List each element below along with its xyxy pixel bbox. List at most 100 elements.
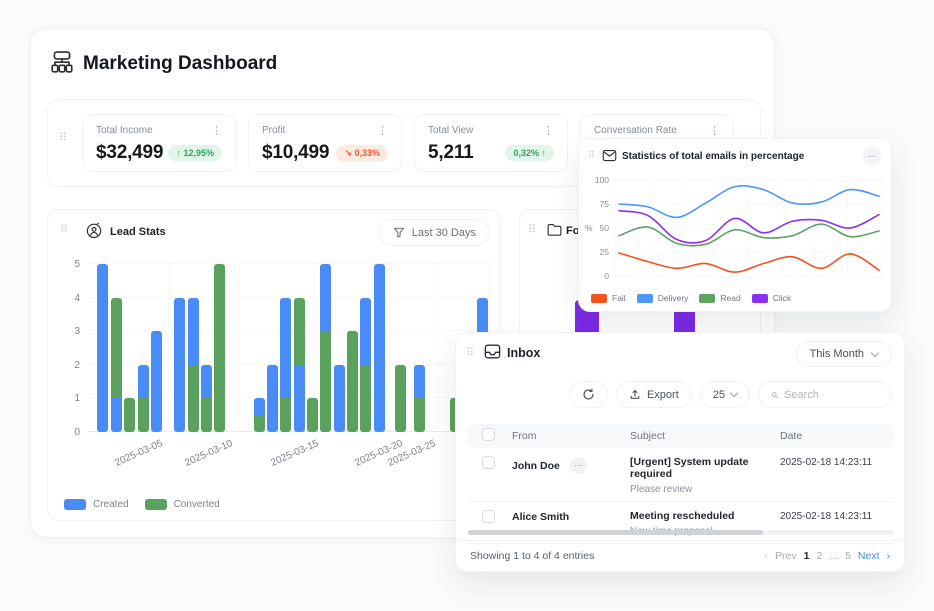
lead-y-tick-label: 4	[62, 293, 80, 304]
kebab-menu-button[interactable]: ⋮	[709, 124, 720, 137]
lead-x-axis-label: 2025-03-15	[243, 438, 321, 481]
inbox-toolbar: Export 25	[569, 381, 892, 408]
lead-x-axis: 2025-03-052025-03-102025-03-152025-03-20…	[48, 436, 500, 476]
inbox-footer: Showing 1 to 4 of 4 entries ‹Prev12...5N…	[456, 540, 904, 571]
legend-label: Fail	[612, 293, 626, 303]
drag-handle-icon[interactable]: ⠿	[466, 348, 475, 359]
row-checkbox[interactable]	[482, 510, 495, 523]
legend-item: Read	[699, 293, 740, 303]
legend-item: Converted	[145, 499, 220, 510]
lead-bar	[307, 398, 318, 432]
kebab-menu-button[interactable]: ⋮	[377, 124, 388, 137]
stat-card: Total View ⋮ 5,211 0,32% ↑	[414, 114, 568, 172]
lead-bar	[294, 298, 305, 432]
lead-gridline	[390, 262, 391, 432]
lead-bar	[174, 298, 185, 432]
drag-handle-icon[interactable]: ⠿	[59, 133, 68, 144]
stat-label: Total View	[428, 125, 473, 136]
legend-swatch	[591, 294, 607, 303]
lead-bar	[188, 298, 199, 432]
lead-x-axis-label: 2025-03-10	[157, 438, 235, 481]
legend-label: Converted	[174, 499, 220, 510]
lead-gridline	[438, 262, 439, 432]
export-icon	[629, 388, 641, 401]
lead-bar	[97, 264, 108, 432]
legend-swatch	[699, 294, 715, 303]
legend-label: Delivery	[658, 293, 689, 303]
legend-item: Fail	[591, 293, 626, 303]
lead-bar	[280, 298, 291, 432]
select-all-checkbox[interactable]	[482, 428, 495, 441]
search-field[interactable]	[758, 381, 892, 408]
period-filter-dropdown[interactable]: This Month	[796, 341, 892, 367]
scrollbar-thumb[interactable]	[468, 530, 763, 535]
kebab-menu-button[interactable]: ⋮	[543, 124, 554, 137]
pagination-item[interactable]: ...	[829, 550, 838, 562]
pagination-item[interactable]: 1	[804, 550, 810, 562]
lead-gridline	[88, 263, 490, 264]
lead-bar	[151, 331, 162, 432]
email-y-tick-label: 100	[583, 175, 609, 185]
kebab-menu-button[interactable]: ⋮	[211, 124, 222, 137]
page-title: Marketing Dashboard	[83, 53, 277, 75]
sender-name: Alice Smith	[512, 511, 569, 523]
lead-y-tick-label: 2	[62, 360, 80, 371]
stat-label: Total Income	[96, 125, 153, 136]
page-size-dropdown[interactable]: 25	[700, 381, 750, 408]
pagination-item[interactable]: 5	[845, 550, 851, 562]
period-filter-value: This Month	[810, 348, 864, 360]
row-checkbox[interactable]	[482, 456, 495, 469]
email-subject: Meeting rescheduled	[630, 510, 780, 522]
lead-stats-panel: ⠿ Lead Stats Last 30 Days 012345 2025-03…	[47, 209, 501, 521]
lead-bar	[124, 398, 135, 432]
lead-bar	[320, 264, 331, 432]
lead-bar	[214, 264, 225, 432]
table-row: John Doe⋯[Urgent] System update required…	[468, 448, 894, 502]
trend-badge: 0,32% ↑	[505, 145, 554, 161]
email-y-tick-label: 0	[583, 271, 609, 281]
pagination-item[interactable]: Next	[858, 550, 880, 562]
lead-bar	[347, 331, 358, 432]
stat-label: Conversation Rate	[594, 125, 677, 136]
lead-bar	[374, 264, 385, 432]
lead-y-tick-label: 5	[62, 259, 80, 270]
lead-bar	[201, 365, 212, 432]
stat-value: $32,499	[96, 142, 163, 164]
legend-label: Read	[720, 293, 740, 303]
email-stats-panel: ⠿ Statistics of total emails in percenta…	[578, 138, 892, 312]
trend-badge: ↘ 0,33%	[336, 145, 388, 162]
inbox-title: Inbox	[507, 346, 540, 360]
pagination-item[interactable]: 2	[816, 550, 822, 562]
chevron-down-icon	[730, 389, 738, 397]
lead-x-axis-label: 2025-03-05	[87, 438, 165, 481]
refresh-icon	[582, 388, 595, 401]
lead-y-tick-label: 1	[62, 393, 80, 404]
horizontal-scrollbar[interactable]	[468, 530, 894, 535]
line-read	[619, 224, 879, 246]
sender-name: John Doe	[512, 460, 560, 472]
legend-swatch	[637, 294, 653, 303]
column-header-date: Date	[780, 430, 894, 442]
email-y-tick-label: 25	[583, 247, 609, 257]
refresh-button[interactable]	[569, 381, 608, 408]
email-y-tick-label: 75	[583, 199, 609, 209]
export-button[interactable]: Export	[616, 381, 692, 408]
lead-bar	[360, 298, 371, 432]
email-stats-chart: 0255075100%	[579, 139, 891, 311]
legend-swatch	[145, 499, 167, 510]
pagination-item[interactable]: ‹	[765, 550, 769, 562]
search-input[interactable]	[784, 389, 879, 401]
lead-gridline	[239, 262, 240, 432]
row-menu-button[interactable]: ⋯	[570, 457, 587, 474]
stat-value: 5,211	[428, 142, 474, 164]
email-legend: FailDeliveryReadClick	[591, 293, 791, 303]
stat-value: $10,499	[262, 142, 329, 164]
line-fail	[619, 253, 879, 272]
pagination-item[interactable]: Prev	[775, 550, 797, 562]
lead-bar	[334, 365, 345, 432]
email-preview: Please review	[630, 484, 780, 495]
pagination-item[interactable]: ›	[887, 550, 891, 562]
page: { "page": {"title": "Marketing Dashboard…	[0, 0, 934, 611]
inbox-panel: ⠿ Inbox This Month Export 25	[455, 332, 905, 572]
table-row: Alice SmithMeeting rescheduledNew time p…	[468, 502, 894, 544]
